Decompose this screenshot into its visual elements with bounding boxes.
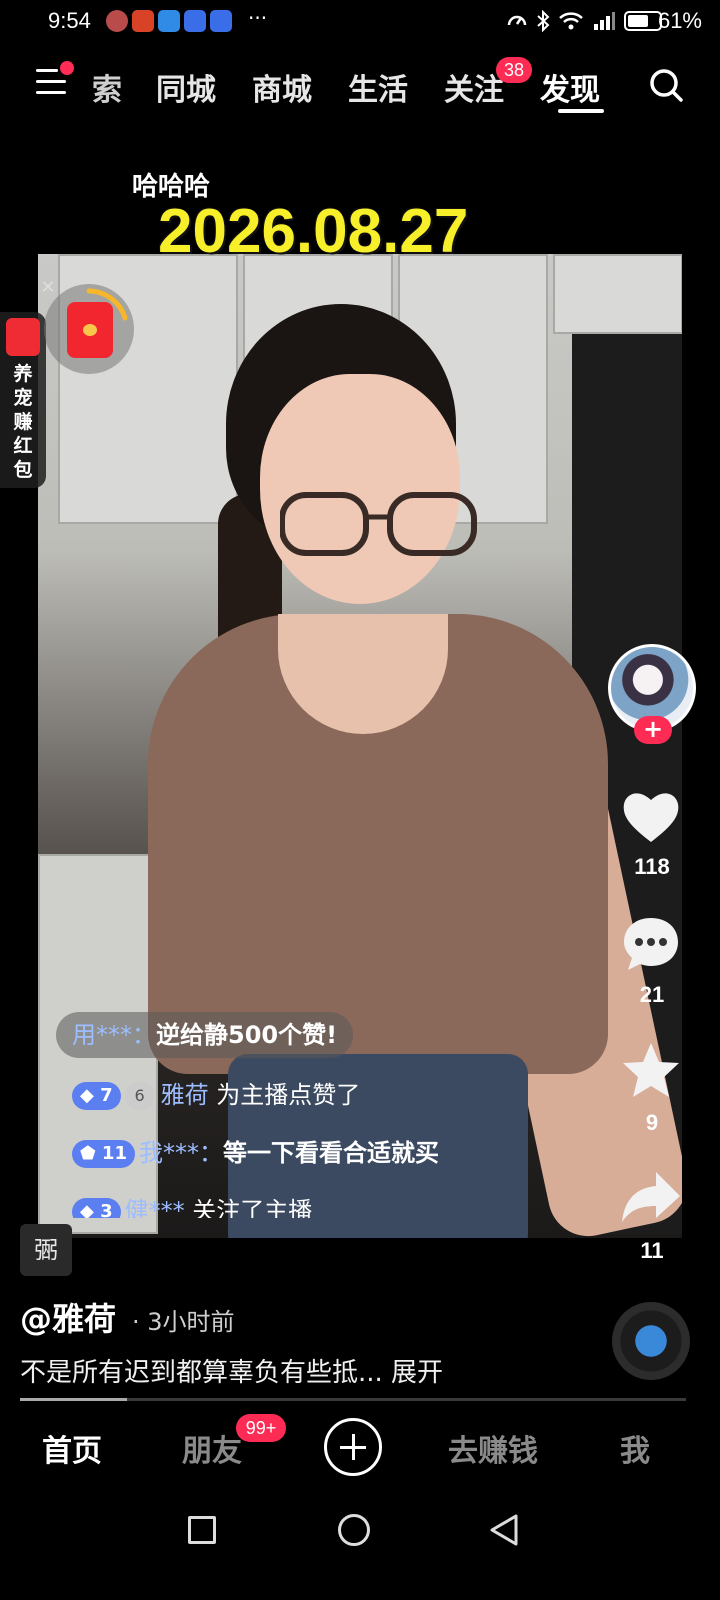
battery-icon bbox=[624, 11, 662, 31]
speed-icon bbox=[507, 15, 527, 26]
tab-search-partial[interactable]: 索 bbox=[92, 65, 122, 109]
status-bar: 9:54 ··· 61% bbox=[0, 0, 720, 44]
side-tab-label: 养宠赚红包 bbox=[13, 363, 33, 481]
comment-user: 用***： bbox=[72, 1021, 156, 1049]
post-time: · 3小时前 bbox=[132, 1308, 235, 1336]
red-packet-icon bbox=[6, 318, 40, 356]
system-status-icons bbox=[506, 10, 662, 32]
comment-text: 关注了主播 bbox=[192, 1197, 313, 1218]
kitchen-cabinet bbox=[553, 254, 682, 334]
comment-count: 21 bbox=[639, 982, 665, 1007]
back-button[interactable] bbox=[486, 1512, 522, 1548]
tab-same-city[interactable]: 同城 bbox=[156, 65, 216, 109]
tab-discover[interactable]: 发现 bbox=[540, 65, 600, 109]
favorite-count: 9 bbox=[645, 1110, 659, 1135]
fan-level-badge: 6 bbox=[124, 1082, 155, 1110]
video-caption-date: 2026.08.27 bbox=[158, 197, 469, 266]
person-glasses bbox=[280, 492, 477, 556]
music-disc-icon[interactable] bbox=[612, 1302, 690, 1380]
nav-friends[interactable]: 朋友 bbox=[182, 1426, 242, 1470]
level-number: 3 bbox=[100, 1201, 113, 1218]
comment-text: 为主播点赞了 bbox=[216, 1081, 361, 1109]
app-notification-icon bbox=[132, 10, 154, 32]
follow-button[interactable]: + bbox=[634, 716, 672, 744]
recent-apps-button[interactable] bbox=[188, 1516, 216, 1544]
live-comment: ◆ 3 健*** 关注了主播 bbox=[56, 1188, 328, 1218]
level-number: 7 bbox=[100, 1085, 113, 1106]
live-comment: ⬟ 11 我***：等一下看看合适就买 bbox=[56, 1130, 455, 1176]
paw-app-icon bbox=[184, 10, 206, 32]
tab-life[interactable]: 生活 bbox=[348, 65, 408, 109]
tab-mall[interactable]: 商城 bbox=[252, 65, 312, 109]
notification-icons bbox=[106, 10, 232, 32]
cellular-signal-icon bbox=[594, 12, 615, 30]
search-icon[interactable] bbox=[648, 67, 684, 103]
star-icon[interactable] bbox=[620, 1040, 682, 1102]
paw-app-icon bbox=[210, 10, 232, 32]
system-navigation-bar bbox=[0, 1494, 720, 1600]
heart-icon[interactable] bbox=[620, 786, 682, 848]
battery-percent: 61% bbox=[657, 8, 702, 33]
app-notification-icon bbox=[106, 10, 128, 32]
create-post-button[interactable] bbox=[324, 1418, 382, 1476]
user-level-badge: ◆ 7 bbox=[72, 1082, 121, 1110]
author-name[interactable]: @雅荷 bbox=[20, 1294, 116, 1340]
bottom-nav: 首页 朋友 99+ 去赚钱 我 bbox=[0, 1404, 720, 1494]
comment-user: 健*** bbox=[124, 1197, 185, 1218]
friends-badge: 99+ bbox=[236, 1414, 286, 1442]
live-comment: 用***：逆给静500个赞! bbox=[56, 1012, 354, 1058]
comment-text: 逆给静500个赞! bbox=[156, 1021, 338, 1049]
like-count: 118 bbox=[634, 854, 670, 879]
red-packet-envelope-icon bbox=[67, 302, 113, 358]
live-comment: ◆ 7 6 雅荷 为主播点赞了 bbox=[56, 1072, 376, 1118]
pet-red-packet-side-tab[interactable]: 养宠赚红包 bbox=[0, 312, 46, 488]
video-progress-bar[interactable] bbox=[20, 1398, 686, 1401]
user-level-badge: ◆ 3 bbox=[72, 1198, 121, 1218]
more-notifications-icon: ··· bbox=[248, 6, 268, 30]
app-notification-icon bbox=[158, 10, 180, 32]
menu-icon-line bbox=[36, 80, 66, 83]
comment-user: 雅荷 bbox=[160, 1081, 209, 1109]
bluetooth-icon bbox=[537, 10, 550, 32]
nav-earn[interactable]: 去赚钱 bbox=[448, 1426, 538, 1470]
tag-chip[interactable]: 弻 bbox=[20, 1224, 72, 1276]
nav-me[interactable]: 我 bbox=[620, 1426, 650, 1470]
comment-user: 我***： bbox=[138, 1139, 223, 1167]
post-description[interactable]: 不是所有迟到都算辜负有些抵... 展开 bbox=[20, 1352, 443, 1389]
menu-notification-dot bbox=[60, 61, 74, 75]
share-icon[interactable] bbox=[620, 1166, 682, 1228]
share-count: 11 bbox=[640, 1238, 664, 1263]
tab-following[interactable]: 关注 bbox=[444, 65, 504, 109]
active-tab-indicator bbox=[558, 109, 604, 113]
top-nav: 索 同城 商城 生活 关注 38 发现 bbox=[0, 55, 720, 115]
user-level-badge: ⬟ 11 bbox=[72, 1140, 135, 1168]
level-number: 11 bbox=[101, 1143, 127, 1164]
comment-icon[interactable] bbox=[620, 912, 682, 974]
comment-text: 等一下看看合适就买 bbox=[222, 1139, 439, 1167]
video-progress-fill bbox=[20, 1398, 127, 1401]
nav-home[interactable]: 首页 bbox=[42, 1426, 102, 1470]
wifi-icon bbox=[559, 12, 583, 30]
home-button[interactable] bbox=[338, 1514, 370, 1546]
status-time: 9:54 bbox=[48, 8, 91, 33]
menu-icon-line bbox=[36, 69, 58, 72]
menu-icon-line bbox=[36, 91, 66, 94]
following-badge: 38 bbox=[496, 57, 532, 83]
close-icon[interactable]: ✕ bbox=[38, 278, 58, 298]
